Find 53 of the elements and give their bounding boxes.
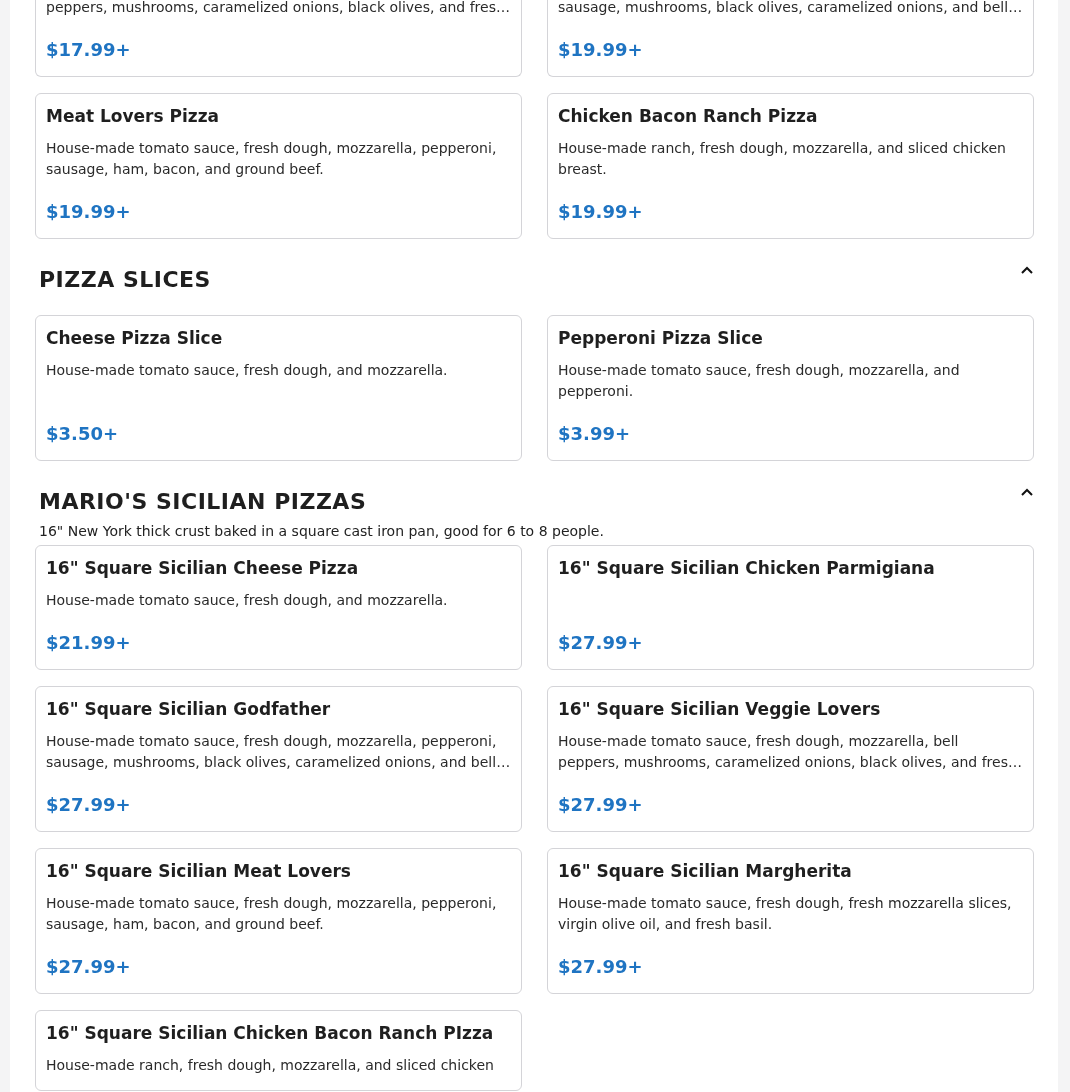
item-name: 16" Square Sicilian Veggie Lovers bbox=[558, 698, 882, 721]
item-description: House-made tomato sauce, fresh dough, fresh mozzarella slices, virgin olive oil, and fresh basil. bbox=[558, 894, 1013, 934]
item-description: House-made tomato sauce, fresh dough, mozzarella, and pepperoni. bbox=[558, 361, 961, 401]
item-name: 16" Square Sicilian Cheese Pizza bbox=[46, 557, 360, 580]
menu-item-card[interactable]: sausage, mushrooms, black olives, caramelized onions, and bell… $19.99+ bbox=[547, 0, 1034, 77]
item-price: $3.99+ bbox=[558, 422, 632, 446]
menu-item-card[interactable]: Chicken Bacon Ranch Pizza House-made ranch, fresh dough, mozzarella, and sliced chicken breast. $19.99+ bbox=[547, 93, 1034, 239]
item-price: $27.99+ bbox=[558, 955, 644, 979]
item-name: 16" Square Sicilian Godfather bbox=[46, 698, 332, 721]
menu-item-card[interactable]: peppers, mushrooms, caramelized onions, black olives, and fres… $17.99+ bbox=[35, 0, 522, 77]
chevron-up-icon[interactable] bbox=[1020, 487, 1034, 497]
item-name: Pepperoni Pizza Slice bbox=[558, 327, 764, 350]
item-description: House-made tomato sauce, fresh dough, mozzarella, pepperoni, sausage, ham, bacon, and ground beef. bbox=[46, 894, 498, 934]
item-description: peppers, mushrooms, caramelized onions, black olives, and fres… bbox=[46, 0, 511, 17]
menu-item-card[interactable]: 16" Square Sicilian Margherita House-made tomato sauce, fresh dough, fresh mozzarella slices, virgin olive oil, and fresh basil. $27.99+ bbox=[547, 848, 1034, 994]
item-description: House-made ranch, fresh dough, mozzarella, and sliced chicken bbox=[46, 1056, 495, 1075]
item-description: House-made tomato sauce, fresh dough, and mozzarella. bbox=[46, 591, 449, 610]
section-heading: MARIO'S SICILIAN PIZZAS bbox=[39, 488, 367, 516]
item-price: $27.99+ bbox=[46, 793, 132, 817]
section-description: 16" New York thick crust baked in a square cast iron pan, good for 6 to 8 people. bbox=[39, 522, 605, 541]
item-name: 16" Square Sicilian Chicken Bacon Ranch PIzza bbox=[46, 1022, 495, 1045]
menu-item-card[interactable]: Meat Lovers Pizza House-made tomato sauce, fresh dough, mozzarella, pepperoni, sausage, ham, bacon, and ground beef. $19.99+ bbox=[35, 93, 522, 239]
item-description: House-made tomato sauce, fresh dough, mozzarella, pepperoni, sausage, mushrooms, black olives, caramelized onions, and bell… bbox=[46, 732, 511, 772]
item-price: $19.99+ bbox=[46, 200, 132, 224]
item-price: $19.99+ bbox=[558, 200, 644, 224]
item-description: House-made tomato sauce, fresh dough, and mozzarella. bbox=[46, 361, 449, 380]
menu-item-card[interactable]: 16" Square Sicilian Cheese Pizza House-made tomato sauce, fresh dough, and mozzarella. $21.99+ bbox=[35, 545, 522, 670]
item-price: $19.99+ bbox=[558, 38, 644, 62]
item-description: House-made tomato sauce, fresh dough, mozzarella, pepperoni, sausage, ham, bacon, and ground beef. bbox=[46, 139, 498, 179]
item-name: Cheese Pizza Slice bbox=[46, 327, 224, 350]
menu-item-card[interactable]: 16" Square Sicilian Chicken Bacon Ranch PIzza House-made ranch, fresh dough, mozzarella, and sliced chicken bbox=[35, 1010, 522, 1091]
menu-item-card[interactable]: Cheese Pizza Slice House-made tomato sauce, fresh dough, and mozzarella. $3.50+ bbox=[35, 315, 522, 461]
item-name: Meat Lovers Pizza bbox=[46, 105, 221, 128]
item-name: 16" Square Sicilian Chicken Parmigiana bbox=[558, 557, 936, 580]
menu-item-card[interactable]: Pepperoni Pizza Slice House-made tomato sauce, fresh dough, mozzarella, and pepperoni. $3.99+ bbox=[547, 315, 1034, 461]
item-name: 16" Square Sicilian Margherita bbox=[558, 860, 853, 883]
chevron-up-icon[interactable] bbox=[1020, 265, 1034, 275]
item-name: 16" Square Sicilian Meat Lovers bbox=[46, 860, 352, 883]
item-price: $21.99+ bbox=[46, 631, 132, 655]
item-price: $27.99+ bbox=[558, 793, 644, 817]
menu-item-card[interactable]: 16" Square Sicilian Chicken Parmigiana $27.99+ bbox=[547, 545, 1034, 670]
menu-item-card[interactable]: 16" Square Sicilian Godfather House-made tomato sauce, fresh dough, mozzarella, pepperoni, sausage, mushrooms, black olives, caramelized onions, and bell… $27.99+ bbox=[35, 686, 522, 832]
item-description: sausage, mushrooms, black olives, caramelized onions, and bell… bbox=[558, 0, 1023, 17]
item-price: $17.99+ bbox=[46, 38, 132, 62]
item-price: $27.99+ bbox=[46, 955, 132, 979]
item-description: House-made tomato sauce, fresh dough, mozzarella, bell peppers, mushrooms, caramelized onions, black olives, and fres… bbox=[558, 732, 1023, 772]
item-name: Chicken Bacon Ranch Pizza bbox=[558, 105, 819, 128]
item-description: House-made ranch, fresh dough, mozzarella, and sliced chicken breast. bbox=[558, 139, 1007, 179]
item-price: $27.99+ bbox=[558, 631, 644, 655]
menu-item-card[interactable]: 16" Square Sicilian Meat Lovers House-made tomato sauce, fresh dough, mozzarella, pepperoni, sausage, ham, bacon, and ground beef. $27.99+ bbox=[35, 848, 522, 994]
item-price: $3.50+ bbox=[46, 422, 120, 446]
menu-item-card[interactable]: 16" Square Sicilian Veggie Lovers House-made tomato sauce, fresh dough, mozzarella, bell peppers, mushrooms, caramelized onions, black olives, and fres… $27.99+ bbox=[547, 686, 1034, 832]
section-heading: PIZZA SLICES bbox=[39, 266, 211, 294]
